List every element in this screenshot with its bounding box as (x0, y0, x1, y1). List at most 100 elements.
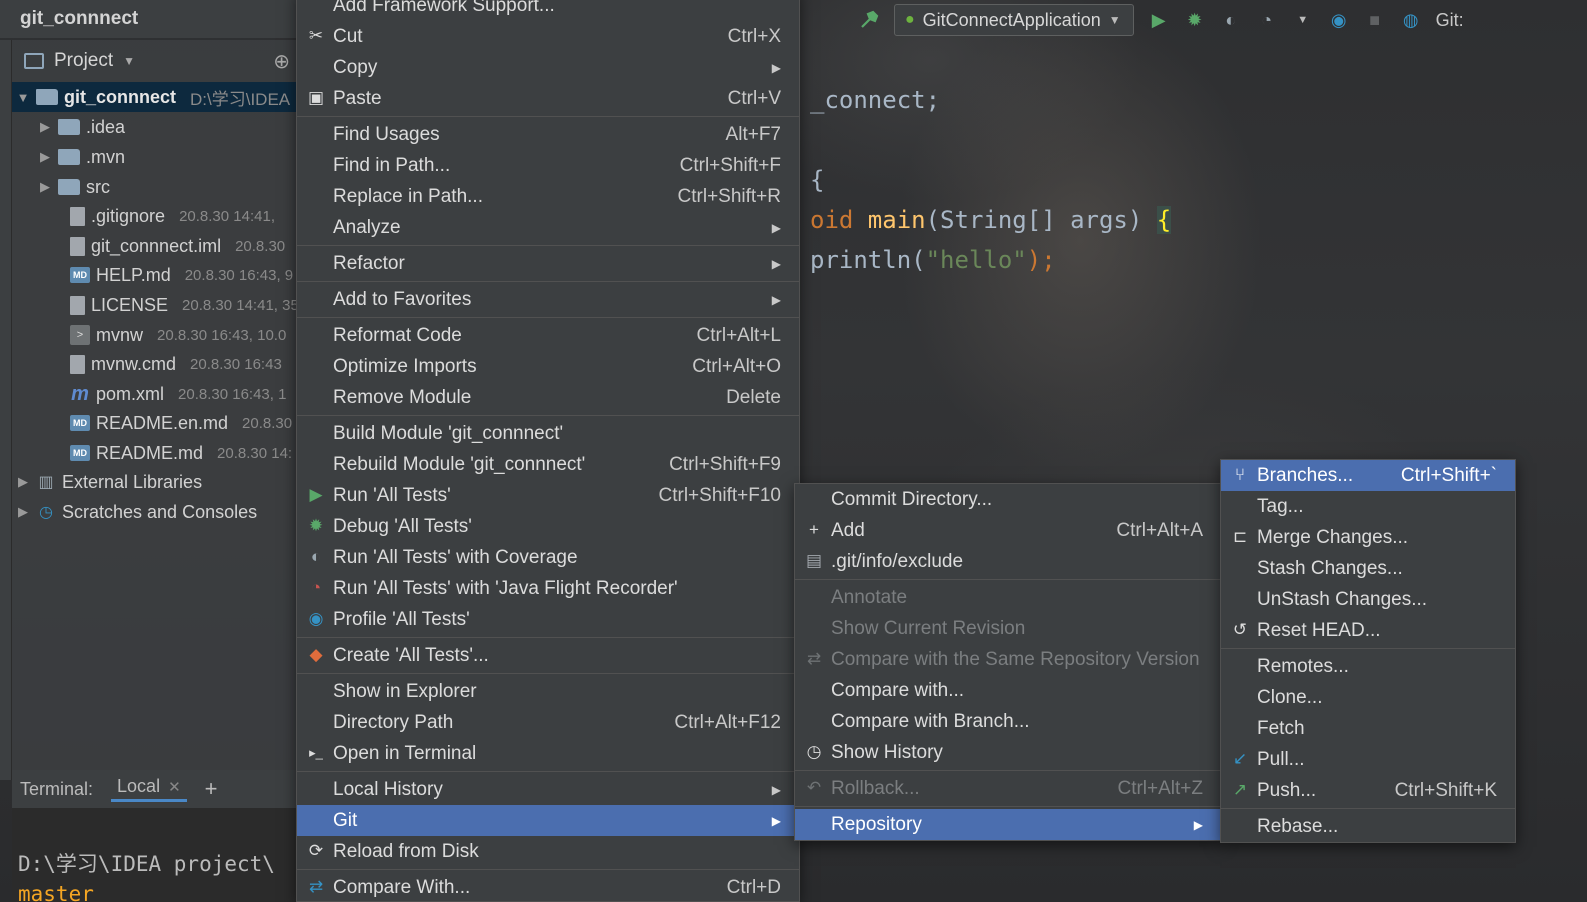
menu-item-cut[interactable]: ✂ Cut Ctrl+X (297, 21, 799, 52)
menu-item-copy[interactable]: Copy ▶ (297, 52, 799, 83)
scratches-icon: ◷ (39, 504, 53, 521)
tree-item-meta: 20.8.30 16:43, 9 (184, 266, 294, 284)
menu-item-compare-with[interactable]: ⇄ Compare With... Ctrl+D (297, 872, 799, 902)
menu-item-local-history[interactable]: Local History ▶ (297, 774, 799, 805)
search-everywhere-icon[interactable]: ◍ (1400, 9, 1422, 31)
menu-item-clone[interactable]: Clone... (1221, 682, 1515, 713)
tree-item[interactable]: git_connnect.iml 20.8.30 (70, 231, 285, 261)
menu-item-rollback[interactable]: ↶ Rollback... Ctrl+Alt+Z (795, 773, 1221, 804)
menu-item-fetch[interactable]: Fetch (1221, 713, 1515, 744)
menu-item-compare-same-repo-version[interactable]: ⇄ Compare with the Same Repository Versio… (795, 644, 1221, 675)
menu-item-commit-directory[interactable]: Commit Directory... (795, 484, 1221, 515)
menu-item-debug-tests[interactable]: ✹ Debug 'All Tests' (297, 511, 799, 542)
menu-item-run-tests[interactable]: ▶ Run 'All Tests' Ctrl+Shift+F10 (297, 480, 799, 511)
profile-run-icon[interactable]: ◔ (1256, 9, 1278, 31)
menu-item-remove-module[interactable]: Remove Module Delete (297, 382, 799, 413)
locate-icon[interactable]: ⊕ (273, 49, 290, 74)
menu-item-optimize-imports[interactable]: Optimize Imports Ctrl+Alt+O (297, 351, 799, 382)
menu-item-compare-with-branch[interactable]: Compare with Branch... (795, 706, 1221, 737)
expand-arrow-icon[interactable]: ▶ (38, 179, 52, 195)
tree-item[interactable]: > mvnw 20.8.30 16:43, 10.0 (70, 320, 286, 350)
menu-item-replace-in-path[interactable]: Replace in Path... Ctrl+Shift+R (297, 181, 799, 212)
profiler-icon: ◉ (308, 609, 324, 628)
tree-item[interactable]: MD README.md 20.8.30 14: (70, 438, 292, 468)
run-icon[interactable]: ▶ (1148, 9, 1170, 31)
menu-item-profile-tests[interactable]: ◉ Profile 'All Tests' (297, 604, 799, 635)
stop-icon[interactable]: ■ (1364, 9, 1386, 31)
tree-item[interactable]: .gitignore 20.8.30 14:41, (70, 201, 275, 231)
tree-item[interactable]: MD README.en.md 20.8.30 (70, 408, 292, 438)
menu-item-find-in-path[interactable]: Find in Path... Ctrl+Shift+F (297, 150, 799, 181)
expand-arrow-icon[interactable]: ▶ (16, 504, 30, 520)
plus-icon: + (809, 520, 819, 539)
tree-item[interactable]: LICENSE 20.8.30 14:41, 35 (70, 290, 299, 320)
menu-item-create-tests[interactable]: ◆ Create 'All Tests'... (297, 640, 799, 671)
terminal-output[interactable]: D:\学习\IDEA project\ master (12, 808, 302, 902)
close-icon[interactable]: ✕ (168, 778, 181, 796)
chevron-down-icon[interactable]: ▼ (123, 54, 135, 68)
tree-item[interactable]: ▶ .mvn (38, 142, 125, 172)
code-line-4: println("hello"); (810, 246, 1056, 274)
menu-item-run-with-coverage[interactable]: ◐ Run 'All Tests' with Coverage (297, 542, 799, 573)
menu-item-push[interactable]: ↗ Push... Ctrl+Shift+K (1221, 775, 1515, 806)
menu-item-compare-with[interactable]: Compare with... (795, 675, 1221, 706)
tree-item-name: .mvn (86, 146, 126, 167)
menu-item-add[interactable]: + Add Ctrl+Alt+A (795, 515, 1221, 546)
terminal-tab-bar: Terminal: Local ✕ + (12, 770, 302, 808)
menu-item-annotate[interactable]: Annotate (795, 582, 1221, 613)
menu-item-git[interactable]: Git ▶ (297, 805, 799, 836)
terminal-tab-local[interactable]: Local ✕ (111, 776, 187, 802)
menu-item-repository[interactable]: Repository ▶ (795, 809, 1221, 840)
menu-item-rebuild-module[interactable]: Rebuild Module 'git_connnect' Ctrl+Shift+… (297, 449, 799, 480)
tree-root[interactable]: ▼ git_connnect D:\学习\IDEA (12, 82, 302, 112)
terminal-label: Terminal: (20, 778, 94, 799)
tree-item[interactable]: mvnw.cmd 20.8.30 16:43 (70, 349, 282, 379)
menu-item-show-current-revision[interactable]: Show Current Revision (795, 613, 1221, 644)
expand-arrow-icon[interactable]: ▶ (38, 149, 52, 165)
menu-item-rebase[interactable]: Rebase... (1221, 811, 1515, 842)
menu-item-run-with-jfr[interactable]: ◔ Run 'All Tests' with 'Java Flight Recor… (297, 573, 799, 604)
run-configuration-select[interactable]: ● GitConnectApplication ▼ (894, 4, 1134, 36)
profiler-icon[interactable]: ◉ (1328, 9, 1350, 31)
expand-arrow-icon[interactable]: ▶ (16, 474, 30, 490)
menu-item-reset-head[interactable]: ↺ Reset HEAD... (1221, 615, 1515, 646)
menu-separator (297, 317, 799, 318)
menu-item-reformat-code[interactable]: Reformat Code Ctrl+Alt+L (297, 320, 799, 351)
menu-item-unstash-changes[interactable]: UnStash Changes... (1221, 584, 1515, 615)
menu-item-find-usages[interactable]: Find Usages Alt+F7 (297, 119, 799, 150)
add-terminal-icon[interactable]: + (205, 776, 218, 802)
coverage-icon[interactable]: ◐ (1220, 9, 1242, 31)
menu-item-reload-from-disk[interactable]: ⟳ Reload from Disk (297, 836, 799, 867)
submenu-arrow-icon: ▶ (771, 813, 781, 828)
menu-item-branches[interactable]: ⑂ Branches... Ctrl+Shift+` (1221, 460, 1515, 491)
menu-item-remotes[interactable]: Remotes... (1221, 651, 1515, 682)
expand-arrow-icon[interactable]: ▶ (38, 119, 52, 135)
menu-item-add-to-favorites[interactable]: Add to Favorites ▶ (297, 284, 799, 315)
debug-icon[interactable]: ✹ (1184, 9, 1206, 31)
menu-item-merge-changes[interactable]: ⊏ Merge Changes... (1221, 522, 1515, 553)
menu-item-show-history[interactable]: ◷ Show History (795, 737, 1221, 768)
menu-item-show-in-explorer[interactable]: Show in Explorer (297, 676, 799, 707)
menu-item-directory-path[interactable]: Directory Path Ctrl+Alt+F12 (297, 707, 799, 738)
tree-item-external-libraries[interactable]: ▶ ▥ External Libraries (16, 467, 202, 497)
menu-item-git-exclude[interactable]: ▤ .git/info/exclude (795, 546, 1221, 577)
menu-item-build-module[interactable]: Build Module 'git_connnect' (297, 418, 799, 449)
menu-item-paste[interactable]: ▣ Paste Ctrl+V (297, 83, 799, 114)
build-hammer-icon[interactable] (858, 9, 880, 31)
menu-item-refactor[interactable]: Refactor ▶ (297, 248, 799, 279)
menu-item-tag[interactable]: Tag... (1221, 491, 1515, 522)
menu-item-add-framework-support[interactable]: Add Framework Support... (297, 0, 799, 21)
project-view-select[interactable]: Project (54, 50, 113, 72)
menu-item-open-in-terminal[interactable]: ▸_ Open in Terminal (297, 738, 799, 769)
chevron-down-icon[interactable]: ▼ (1292, 9, 1314, 31)
tree-item[interactable]: ▶ src (38, 172, 110, 202)
expand-arrow-icon[interactable]: ▼ (16, 90, 30, 105)
tree-item-name: LICENSE (91, 294, 169, 315)
tree-item[interactable]: MD HELP.md 20.8.30 16:43, 9 (70, 260, 293, 290)
tree-item-scratches[interactable]: ▶ ◷ Scratches and Consoles (16, 497, 257, 527)
menu-item-stash-changes[interactable]: Stash Changes... (1221, 553, 1515, 584)
menu-item-analyze[interactable]: Analyze ▶ (297, 212, 799, 243)
tree-item[interactable]: ▶ .idea (38, 112, 125, 142)
tree-item[interactable]: m pom.xml 20.8.30 16:43, 1 (70, 379, 286, 409)
menu-item-pull[interactable]: ↙ Pull... (1221, 744, 1515, 775)
